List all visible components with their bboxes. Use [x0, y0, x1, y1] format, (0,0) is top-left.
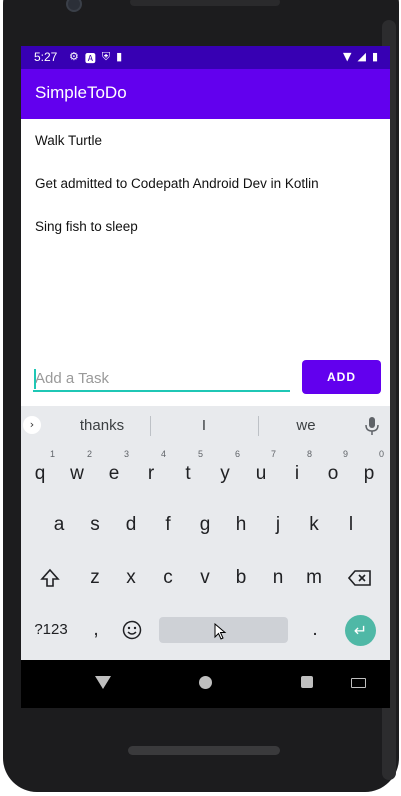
key-n[interactable]: n: [261, 556, 295, 600]
phone-frame: 5:27 ⚙ 🅰 ⛨ ▮ ▼ ◢ ▮ SimpleToDo Walk Turtl…: [0, 0, 401, 796]
key-number: 5: [197, 449, 203, 459]
app-bar: SimpleToDo: [21, 69, 390, 119]
spacebar[interactable]: [159, 617, 288, 643]
task-item[interactable]: Sing fish to sleep: [21, 205, 390, 248]
battery-icon: ▮: [371, 50, 378, 63]
key-r[interactable]: r4: [134, 449, 168, 496]
task-list: Walk Turtle Get admitted to Codepath And…: [21, 119, 390, 248]
task-item[interactable]: Walk Turtle: [21, 119, 390, 162]
suggestion-divider: [150, 416, 151, 436]
key-label: p: [363, 463, 375, 484]
key-label: t: [185, 463, 191, 484]
key-l[interactable]: l: [334, 503, 368, 547]
key-f[interactable]: f: [151, 503, 185, 547]
key-t[interactable]: t5: [171, 449, 205, 496]
a-icon: 🅰: [84, 52, 96, 65]
task-item[interactable]: Get admitted to Codepath Android Dev in …: [21, 162, 390, 205]
enter-icon[interactable]: ↵: [345, 615, 376, 646]
task-input[interactable]: [33, 366, 290, 392]
key-number: 6: [234, 449, 240, 459]
key-x[interactable]: x: [114, 556, 148, 600]
key-p[interactable]: p0: [352, 449, 386, 496]
key-label: o: [327, 463, 339, 484]
key-s[interactable]: s: [78, 503, 112, 547]
key-v[interactable]: v: [188, 556, 222, 600]
wifi-icon: ▼: [343, 50, 352, 63]
key-y[interactable]: y6: [208, 449, 242, 496]
suggestion-3[interactable]: we: [256, 417, 356, 434]
screen: 5:27 ⚙ 🅰 ⛨ ▮ ▼ ◢ ▮ SimpleToDo Walk Turtl…: [21, 46, 390, 660]
navigation-bar: [21, 660, 390, 708]
key-c[interactable]: c: [151, 556, 185, 600]
key-e[interactable]: e3: [97, 449, 131, 496]
key-o[interactable]: o9: [316, 449, 350, 496]
key-label: w: [70, 463, 84, 484]
shift-icon[interactable]: [33, 556, 67, 600]
text-cursor: [34, 369, 36, 389]
key-label: q: [34, 463, 46, 484]
key-i[interactable]: i8: [280, 449, 314, 496]
key-h[interactable]: h: [224, 503, 258, 547]
key-k[interactable]: k: [297, 503, 331, 547]
app-title: SimpleToDo: [35, 83, 127, 102]
key-z[interactable]: z: [78, 556, 112, 600]
status-icons-left: ⚙ 🅰 ⛨ ▮: [69, 50, 122, 66]
status-bar: 5:27 ⚙ 🅰 ⛨ ▮ ▼ ◢ ▮: [21, 46, 390, 69]
key-label: y: [220, 463, 230, 484]
key-b[interactable]: b: [224, 556, 258, 600]
key-q[interactable]: q1: [23, 449, 57, 496]
key-label: e: [108, 463, 120, 484]
sd-card-icon: ▮: [116, 50, 123, 63]
home-icon[interactable]: [199, 676, 212, 689]
key-number: 2: [86, 449, 92, 459]
signal-icon: ◢: [357, 50, 366, 63]
status-time: 5:27: [34, 50, 58, 64]
key-u[interactable]: u7: [244, 449, 278, 496]
back-icon[interactable]: [95, 676, 111, 689]
top-speaker: [130, 0, 280, 6]
key-d[interactable]: d: [114, 503, 148, 547]
key-number: 9: [342, 449, 348, 459]
key-number: 7: [270, 449, 276, 459]
keyboard: › thanks I we q1 w2 e3 r4 t5 y6 u7 i 8 o…: [21, 406, 390, 660]
mouse-pointer-icon: [214, 623, 227, 640]
settings-icon: ⚙: [69, 50, 79, 63]
key-number: 0: [378, 449, 384, 459]
key-number: 1: [49, 449, 55, 459]
comma-key[interactable]: ,: [79, 608, 113, 652]
emoji-icon[interactable]: [115, 608, 149, 652]
status-icons-right: ▼ ◢ ▮: [343, 50, 378, 63]
key-m[interactable]: m: [297, 556, 331, 600]
shield-icon: ⛨: [101, 50, 111, 63]
add-button[interactable]: ADD: [302, 360, 381, 394]
microphone-icon[interactable]: [364, 416, 380, 436]
suggestion-bar: › thanks I we: [21, 406, 390, 444]
key-number: 8: [306, 449, 312, 459]
keyboard-switch-icon[interactable]: [351, 678, 366, 688]
key-number: 3: [123, 449, 129, 459]
bottom-speaker: [128, 746, 280, 755]
key-number: 4: [160, 449, 166, 459]
symbols-key[interactable]: ?123: [31, 608, 71, 652]
backspace-icon[interactable]: [343, 556, 377, 600]
suggestion-1[interactable]: thanks: [52, 417, 152, 434]
chevron-right-icon[interactable]: ›: [23, 416, 41, 434]
key-label: u: [255, 463, 267, 484]
period-key[interactable]: .: [298, 608, 332, 652]
key-a[interactable]: a: [42, 503, 76, 547]
key-label: i: [294, 463, 300, 484]
recents-icon[interactable]: [301, 676, 313, 688]
key-w[interactable]: w2: [60, 449, 94, 496]
key-label: r: [147, 463, 155, 484]
key-g[interactable]: g: [188, 503, 222, 547]
key-j[interactable]: j: [261, 503, 295, 547]
input-row: ADD: [21, 356, 390, 406]
suggestion-2[interactable]: I: [154, 417, 254, 434]
